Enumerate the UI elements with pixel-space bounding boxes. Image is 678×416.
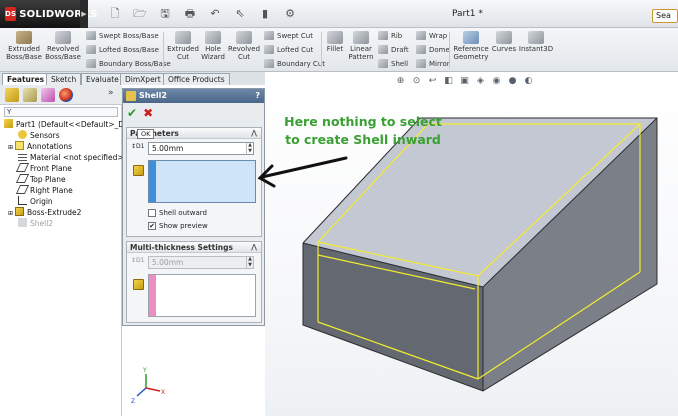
annotation-arrow <box>257 156 348 188</box>
y-axis-label: Y <box>142 367 147 374</box>
model-viewport: Y X Z <box>131 117 658 405</box>
z-axis <box>136 387 147 397</box>
annotation-line-1: Here nothing to select <box>284 114 442 129</box>
x-axis <box>145 387 161 392</box>
z-axis-label: Z <box>131 398 135 405</box>
x-axis-label: X <box>161 389 165 396</box>
view-triad: Y X Z <box>131 367 165 405</box>
annotation-note: Here nothing to select to create Shell i… <box>283 113 443 149</box>
ok-tooltip: OK <box>137 129 155 139</box>
annotation-line-2: to create Shell inward <box>285 132 441 147</box>
